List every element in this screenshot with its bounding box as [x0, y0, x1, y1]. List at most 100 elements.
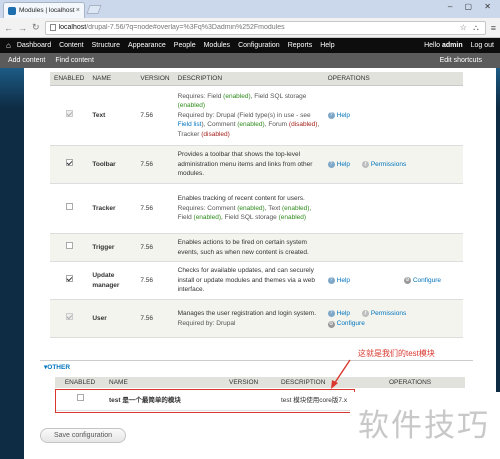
permissions-label: Permissions [370, 310, 407, 318]
toolbar-item-structure[interactable]: Structure [92, 42, 120, 49]
description-text: Enables tracking of recent content for u… [177, 195, 305, 203]
enabled-cell [50, 233, 89, 262]
address-bar: ← → ↻ localhost/drupal-7.56/?q=node#over… [0, 18, 500, 38]
module-name: Trigger [88, 233, 137, 262]
operations-cell: ? Help ⚙ Configure [323, 261, 463, 300]
toolbar-item-configuration[interactable]: Configuration [238, 42, 280, 49]
save-configuration-button[interactable]: Save configuration [40, 428, 126, 443]
gear-icon: ⚙ [403, 277, 411, 285]
module-description: Enables actions to be fired on certain s… [173, 233, 324, 262]
enabled-cell [50, 85, 89, 146]
back-arrow-icon[interactable]: ← [4, 23, 13, 33]
browser-tab[interactable]: Modules | localhost × [3, 2, 85, 18]
module-description: Checks for available updates, and can se… [173, 261, 324, 300]
enabled-checkbox[interactable] [65, 275, 73, 283]
url-text: localhost/drupal-7.56/?q=node#overlay=%3… [59, 24, 456, 31]
table-row: Text 7.56 Requires: Field (enabled), Fie… [50, 85, 463, 146]
module-description: Requires: Field (enabled), Field SQL sto… [173, 85, 324, 146]
operations-cell [323, 183, 463, 234]
logout-link[interactable]: Log out [471, 42, 494, 49]
requiredby-line: Required by: Drupal [178, 319, 320, 328]
module-name: Text [88, 85, 137, 146]
table-row: Trigger 7.56 Enables actions to be fired… [50, 233, 463, 262]
header-version: VERSION [225, 377, 277, 388]
toolbar-item-help[interactable]: Help [320, 42, 334, 49]
help-icon: ? [327, 310, 335, 318]
configure-link[interactable]: ⚙ Configure [403, 276, 441, 285]
toolbar-item-appearance[interactable]: Appearance [128, 42, 166, 49]
forward-arrow-icon[interactable]: → [18, 23, 27, 33]
browser-tab-title: Modules | localhost [19, 7, 75, 14]
toolbar-item-content[interactable]: Content [59, 42, 84, 49]
modules-table: ENABLED NAME VERSION DESCRIPTION OPERATI… [50, 72, 463, 338]
toolbar-item-modules[interactable]: Modules [204, 42, 230, 49]
header-enabled: ENABLED [55, 377, 105, 388]
enabled-checkbox[interactable] [65, 203, 73, 211]
help-label: Help [336, 112, 350, 120]
toolbar-item-dashboard[interactable]: Dashboard [17, 42, 51, 49]
new-tab-button[interactable] [86, 5, 102, 14]
enabled-checkbox [65, 110, 73, 118]
window-controls[interactable]: – ▢ ✕ [448, 2, 496, 11]
toolbar-item-people[interactable]: People [174, 42, 196, 49]
other-fieldset-legend[interactable]: ▾OTHER [44, 363, 70, 371]
module-version: 7.56 [136, 233, 174, 262]
help-label: Help [336, 161, 350, 169]
help-link[interactable]: ? Help [327, 276, 350, 285]
module-description: Manages the user registration and login … [173, 299, 324, 338]
operations-cell [323, 233, 463, 262]
requires-line: Requires: Comment (enabled), Text (enabl… [178, 204, 320, 223]
other-legend-label: OTHER [47, 364, 71, 371]
username-link[interactable]: admin [442, 42, 463, 49]
header-name: NAME [105, 377, 225, 388]
header-operations: OPERATIONS [385, 377, 465, 388]
home-icon[interactable]: ⌂ [6, 41, 11, 50]
shortcuts-bar: Add content Find content Edit shortcuts [0, 53, 500, 68]
shortcut-add-content[interactable]: Add content [8, 57, 45, 64]
enabled-checkbox [65, 313, 73, 321]
table-row: Toolbar 7.56 Provides a toolbar that sho… [50, 145, 463, 184]
help-icon: ? [327, 277, 335, 285]
help-link[interactable]: ? Help [327, 309, 350, 318]
permissions-link[interactable]: ⚷ Permissions [361, 309, 407, 318]
module-name: Toolbar [88, 145, 137, 184]
help-icon: ? [327, 161, 335, 169]
table-row: User 7.56 Manages the user registration … [50, 299, 463, 338]
enabled-checkbox[interactable] [65, 159, 73, 167]
enabled-cell [50, 183, 89, 234]
module-version: 7.56 [136, 299, 174, 338]
help-link[interactable]: ? Help [327, 160, 350, 169]
bookmark-star-icon[interactable]: ☆ ⛬ [460, 23, 481, 33]
header-name: NAME [88, 72, 137, 86]
module-name: User [88, 299, 137, 338]
permissions-link[interactable]: ⚷ Permissions [361, 160, 406, 169]
url-input[interactable]: localhost/drupal-7.56/?q=node#overlay=%3… [44, 20, 486, 35]
help-link[interactable]: ? Help [327, 111, 350, 120]
toolbar-item-reports[interactable]: Reports [288, 42, 313, 49]
header-version: VERSION [136, 72, 174, 86]
requiredby-label: Required by: [177, 319, 215, 327]
browser-menu-icon[interactable]: ≡ [491, 23, 496, 33]
requiredby-list: Drupal [216, 319, 236, 327]
close-tab-icon[interactable]: × [76, 7, 80, 14]
url-host: localhost [58, 24, 87, 31]
table-row: Update manager 7.56 Checks for available… [50, 261, 463, 300]
edit-shortcuts-link[interactable]: Edit shortcuts [440, 57, 482, 64]
enabled-cell [50, 261, 89, 300]
module-description: Provides a toolbar that shows the top-le… [173, 145, 324, 184]
operations-cell: ? Help ⚷ Permissions ⚙ Configure [323, 299, 463, 338]
table-row: Tracker 7.56 Enables tracking of recent … [50, 183, 463, 234]
enabled-checkbox[interactable] [65, 242, 73, 250]
configure-link[interactable]: ⚙ Configure [327, 319, 365, 328]
requiredby-line: Required by: Drupal (Field type(s) in us… [178, 111, 320, 139]
watermark-text: 软件技巧 [358, 408, 490, 444]
module-name: Update manager [88, 261, 137, 300]
greeting-prefix: Hello [424, 42, 443, 49]
module-description: Enables tracking of recent content for u… [173, 183, 324, 234]
reload-icon[interactable]: ↻ [32, 22, 40, 33]
highlight-box [55, 389, 355, 413]
description-text: Manages the user registration and login … [177, 310, 317, 318]
requires-line: Requires: Field (enabled), Field SQL sto… [178, 92, 320, 111]
browser-tabstrip: Modules | localhost × – ▢ ✕ [0, 0, 500, 18]
shortcut-find-content[interactable]: Find content [55, 57, 94, 64]
